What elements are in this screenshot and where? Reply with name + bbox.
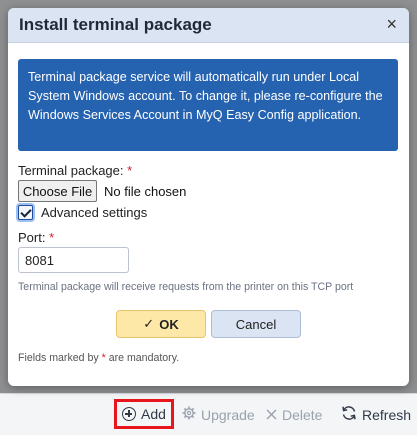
delete-button[interactable]: Delete <box>266 394 322 435</box>
terminal-package-label: Terminal package: * <box>18 163 132 178</box>
cancel-button[interactable]: Cancel <box>211 310 301 338</box>
dialog-header: Install terminal package × <box>8 8 409 43</box>
plus-circle-icon <box>122 407 137 421</box>
toolbar: Add Upgrade Delete Refresh <box>0 393 417 435</box>
required-marker: * <box>49 230 55 245</box>
port-label: Port: * <box>18 230 54 245</box>
install-terminal-package-dialog: Install terminal package × Terminal pack… <box>8 8 409 386</box>
footnote-suffix: are mandatory. <box>108 352 180 364</box>
upgrade-button-label: Upgrade <box>201 406 255 423</box>
ok-button-label: OK <box>159 316 179 332</box>
refresh-button-label: Refresh <box>362 406 412 423</box>
info-message: Terminal package service will automatica… <box>18 59 398 151</box>
gear-icon <box>182 406 196 423</box>
terminal-package-label-text: Terminal package: <box>18 163 124 178</box>
ok-button[interactable]: ✓ OK <box>116 310 206 338</box>
check-icon: ✓ <box>143 316 155 331</box>
add-button[interactable]: Add <box>114 399 174 429</box>
delete-button-label: Delete <box>282 406 323 423</box>
port-input[interactable] <box>18 247 129 273</box>
port-label-text: Port: <box>18 230 46 245</box>
advanced-settings-label[interactable]: Advanced settings <box>41 205 147 220</box>
refresh-icon <box>341 405 357 424</box>
choose-file-button[interactable]: Choose File <box>18 180 97 202</box>
advanced-settings-row: Advanced settings <box>18 205 147 220</box>
port-hint: Terminal package will receive requests f… <box>18 281 354 293</box>
add-button-label: Add <box>141 406 166 422</box>
x-icon <box>266 407 277 423</box>
required-marker: * <box>101 352 106 364</box>
required-marker: * <box>127 163 133 178</box>
advanced-settings-checkbox[interactable] <box>18 205 33 220</box>
file-picker: Choose File No file chosen <box>18 180 186 202</box>
mandatory-fields-note: Fields marked by * are mandatory. <box>18 352 179 364</box>
refresh-button[interactable]: Refresh <box>341 394 411 435</box>
footnote-prefix: Fields marked by <box>18 352 99 364</box>
close-icon[interactable]: × <box>386 14 397 34</box>
upgrade-button[interactable]: Upgrade <box>182 394 255 435</box>
file-status: No file chosen <box>104 183 187 199</box>
dialog-title: Install terminal package <box>19 15 212 34</box>
